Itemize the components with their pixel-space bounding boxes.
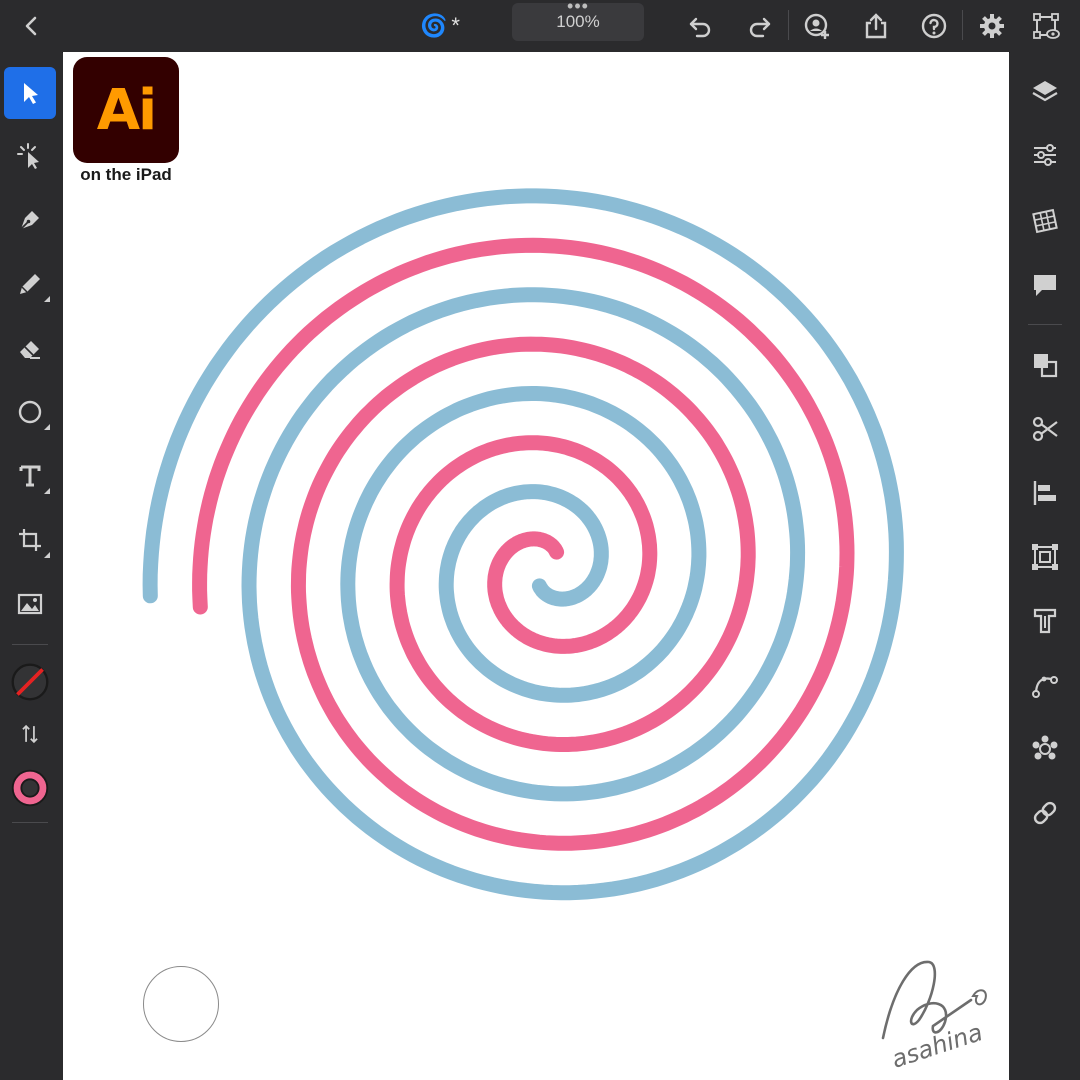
arrange-button[interactable] <box>1024 344 1066 386</box>
unsaved-indicator: * <box>451 13 460 38</box>
fill-swatch[interactable] <box>4 656 56 708</box>
left-toolbar <box>0 52 62 1080</box>
type-panel-button[interactable] <box>1024 600 1066 642</box>
pen-icon <box>20 211 39 230</box>
ellipse-tool[interactable] <box>4 386 56 438</box>
chevron-left-icon <box>25 16 37 36</box>
undo-icon <box>689 17 711 38</box>
path-button[interactable] <box>1024 664 1066 706</box>
invite-user-icon <box>804 13 829 39</box>
zoom-control[interactable]: ••• 100% <box>512 0 644 41</box>
right-toolbar <box>1010 52 1080 1080</box>
submenu-indicator <box>44 296 50 302</box>
properties-icon <box>1034 144 1056 166</box>
direct-selection-tool[interactable] <box>4 130 56 182</box>
swap-fill-stroke-button[interactable] <box>4 708 56 760</box>
redo-icon <box>749 17 771 38</box>
document-title[interactable]: 🌀 * <box>420 8 460 44</box>
layers-button[interactable] <box>1024 71 1066 113</box>
share-button[interactable] <box>856 6 896 46</box>
preview-icon <box>1033 13 1060 39</box>
logo-text: Ai <box>96 77 158 143</box>
settings-icon <box>980 14 1004 38</box>
radial-repeat-button[interactable] <box>1024 728 1066 770</box>
toolbar-divider <box>962 10 963 40</box>
help-button[interactable] <box>914 6 954 46</box>
image-icon <box>17 593 43 615</box>
ellipse-icon <box>18 400 42 424</box>
eraser-tool[interactable] <box>4 322 56 374</box>
comments-button[interactable] <box>1024 264 1066 306</box>
settings-button[interactable] <box>972 6 1012 46</box>
stroke-swatch[interactable] <box>4 762 56 814</box>
swap-arrows-icon <box>22 724 38 744</box>
place-image-tool[interactable] <box>4 578 56 630</box>
transform-icon <box>19 529 41 551</box>
type-panel-icon <box>1033 608 1057 634</box>
illustrator-logo: Ai <box>73 57 179 163</box>
top-bar: 🌀 * ••• 100% <box>0 0 1080 53</box>
toolbar-divider <box>12 822 48 823</box>
scissors-button[interactable] <box>1024 408 1066 450</box>
comments-icon <box>1034 275 1056 296</box>
toolbar-divider <box>1028 324 1062 325</box>
properties-button[interactable] <box>1024 134 1066 176</box>
touch-shortcut-button[interactable] <box>143 966 219 1042</box>
eraser-icon <box>20 341 40 359</box>
path-icon <box>1032 676 1058 698</box>
selection-tool[interactable] <box>4 67 56 119</box>
submenu-indicator <box>44 424 50 430</box>
repeat-icon <box>1032 544 1058 570</box>
align-button[interactable] <box>1024 472 1066 514</box>
back-button[interactable] <box>12 6 52 46</box>
undo-button[interactable] <box>680 6 720 46</box>
link-button[interactable] <box>1024 792 1066 834</box>
link-icon <box>1033 801 1057 825</box>
layers-icon <box>1032 81 1058 102</box>
logo-caption: on the iPad <box>80 165 172 184</box>
submenu-indicator <box>44 552 50 558</box>
type-icon <box>19 465 41 487</box>
artist-signature: asahina <box>881 960 987 1074</box>
no-fill-icon <box>11 663 49 701</box>
type-tool[interactable] <box>4 450 56 502</box>
radial-repeat-icon <box>1032 735 1058 760</box>
libraries-button[interactable] <box>1024 200 1066 242</box>
redo-button[interactable] <box>740 6 780 46</box>
toolbar-divider <box>12 644 48 645</box>
invite-button[interactable] <box>797 6 837 46</box>
selection-arrow-icon <box>24 83 38 104</box>
scissors-icon <box>1032 416 1058 442</box>
align-icon <box>1033 481 1056 505</box>
pen-tool[interactable] <box>4 194 56 246</box>
artboard-canvas[interactable]: Ai on the iPad asahina <box>63 52 1009 1080</box>
repeat-button[interactable] <box>1024 536 1066 578</box>
spiral-artwork[interactable] <box>63 52 1009 1080</box>
arrange-icon <box>1034 354 1058 378</box>
share-icon <box>865 13 887 39</box>
transform-tool[interactable] <box>4 514 56 566</box>
stroke-color-icon <box>11 769 49 807</box>
libraries-icon <box>1032 208 1058 234</box>
signature-text: asahina <box>888 1018 986 1074</box>
pencil-tool[interactable] <box>4 258 56 310</box>
pencil-icon <box>20 274 40 294</box>
more-dots-icon[interactable]: ••• <box>512 0 644 15</box>
help-icon <box>921 13 947 39</box>
direct-selection-icon <box>17 143 39 169</box>
preview-button[interactable] <box>1026 6 1066 46</box>
cyclone-icon: 🌀 <box>420 13 448 38</box>
submenu-indicator <box>44 488 50 494</box>
toolbar-divider <box>788 10 789 40</box>
